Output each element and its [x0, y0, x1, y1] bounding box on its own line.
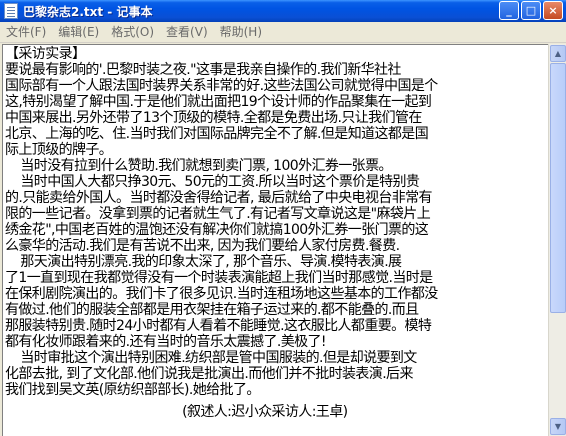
text-line: 当时审批这个演出特别困难.纺织部是管中国服装的.但是却说要到文: [5, 350, 417, 366]
maximize-button[interactable]: □: [521, 1, 541, 20]
menu-help[interactable]: 帮助(H): [214, 23, 268, 41]
menu-edit[interactable]: 编辑(E): [52, 23, 105, 41]
text-line: 际上顶级的牌子。: [5, 142, 113, 158]
text-line: 要说最有影响的'.巴黎时装之夜."这事是我亲自操作的.我们新华社社: [5, 62, 401, 78]
text-line: 我们找到吴文英(原纺织部部长).她给批了。: [5, 382, 260, 398]
text-line: 有做过.他们的服装全部都是用衣架挂在箱子运过来的.都不能叠的.而且: [5, 302, 419, 318]
menu-bar: 文件(F) 编辑(E) 格式(O) 查看(V) 帮助(H): [0, 22, 566, 43]
text-line: 都有化妆师跟着来的.还有当时的音乐太震撼了.美极了!: [5, 334, 327, 350]
menu-file[interactable]: 文件(F): [0, 23, 52, 41]
text-line: 中国来展出.另外还带了13个顶级的模特.全都是免费出场.只让我们管在: [5, 110, 422, 126]
minimize-button[interactable]: _: [499, 1, 519, 20]
notepad-icon: [4, 3, 18, 19]
window-controls: _ □ ×: [499, 1, 563, 20]
menu-view[interactable]: 查看(V): [160, 23, 214, 41]
text-line: 当时没有拉到什么赞助.我们就想到卖门票, 100外汇券一张票。: [5, 158, 392, 174]
vertical-scrollbar[interactable]: ▲ ▼: [548, 44, 566, 436]
text-line: 么豪华的活动.我们是有苦说不出来, 因为我们要给人家付房费.餐费.: [5, 238, 400, 254]
text-line: 那天演出特别漂亮.我的印象太深了, 那个音乐、导演.模特表演.展: [5, 254, 402, 270]
scroll-thumb[interactable]: [550, 63, 566, 313]
text-line: (叙述人:迟小众采访人:王卓): [5, 404, 348, 420]
title-bar[interactable]: 巴黎杂志2.txt - 记事本 _ □ ×: [0, 0, 566, 22]
text-line: 限的一些记者。没拿到票的记者就生气了.有记者写文章说这是"麻袋片上: [5, 206, 431, 222]
text-line: 北京、上海的吃、住.当时我们对国际品牌完全不了解.但是知道这都是国: [5, 126, 429, 142]
text-line: 那服装特别贵.随时24小时都有人看着不能睡觉.这衣服比人都重要。模特: [5, 318, 432, 334]
notepad-window: 巴黎杂志2.txt - 记事本 _ □ × 文件(F) 编辑(E) 格式(O) …: [0, 0, 566, 436]
text-line: 的.只能卖给外国人。当时都没舍得给记者, 最后就给了中央电视台非常有: [5, 190, 433, 206]
text-line: 国际部有一个人跟法国时装界关系非常的好.这些法国公司就觉得中国是个: [5, 78, 438, 94]
text-editor[interactable]: 【采访实录】 要说最有影响的'.巴黎时装之夜."这事是我亲自操作的.我们新华社社…: [2, 44, 548, 436]
text-line: 这,特别渴望了解中国.于是他们就出面把19个设计师的作品聚集在一起到: [5, 94, 432, 110]
close-button[interactable]: ×: [543, 1, 563, 20]
text-line: 了1一直到现在我都觉得没有一个时装表演能超上我们当时那感觉.当时是: [5, 270, 433, 286]
text-line: 当时中国人大都只挣30元、50元的工资.所以当时这个票价是特别贵: [5, 174, 420, 190]
menu-format[interactable]: 格式(O): [105, 23, 160, 41]
text-line: 化部去批, 到了文化部.他们说我是批演出.而他们并不批时装表演.后来: [5, 366, 413, 382]
text-line: 【采访实录】: [5, 46, 86, 62]
scroll-down-button[interactable]: ▼: [550, 418, 566, 435]
scroll-up-button[interactable]: ▲: [550, 45, 566, 62]
text-line: 在保利剧院演出的。我们卡了很多见识.当时连租场地这些基本的工作都没: [5, 286, 438, 302]
text-line: 绣金花",中国老百姓的温饱还没有解决你们就搞100外汇券一张门票的这: [5, 222, 429, 238]
window-title: 巴黎杂志2.txt - 记事本: [23, 5, 153, 19]
